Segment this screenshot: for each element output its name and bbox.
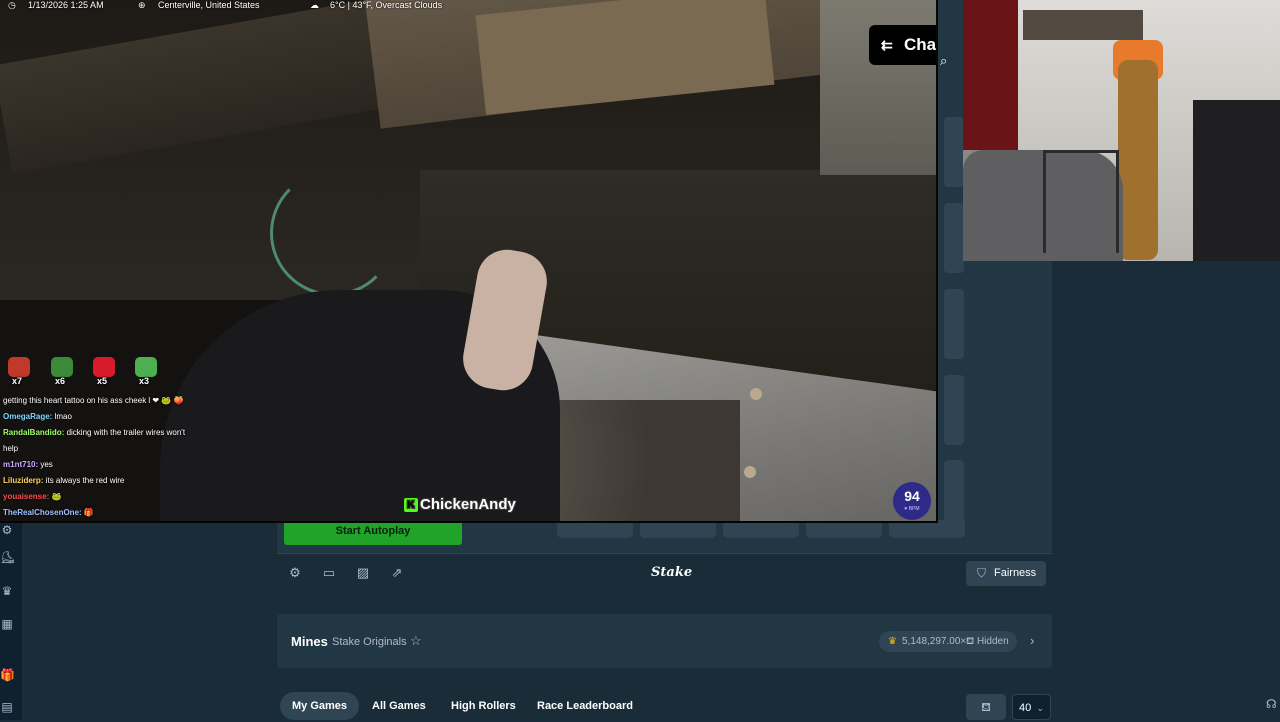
kick-logo-icon: K (404, 498, 418, 512)
streamer-watermark: K ChickenAndy (404, 496, 516, 513)
chat-message: TheRealChosenOne: 🎁 (3, 505, 94, 521)
hidden-user-label: ⛾ Hidden (966, 636, 1009, 647)
chat-username: OmegaRage: (3, 412, 53, 421)
stream-datetime: 1/13/2026 1:25 AM (28, 0, 104, 10)
tab-high-rollers[interactable]: High Rollers (439, 692, 528, 720)
emote-count: x5 (97, 376, 108, 386)
autoplay-label: Start Autoplay (335, 525, 411, 537)
chat-text: getting this heart tattoo on his ass che… (3, 396, 184, 405)
sidebar-grid-icon[interactable]: ▦ (0, 617, 14, 631)
search-icon[interactable]: ⌕ (940, 53, 947, 69)
game-title[interactable]: Mines (291, 634, 328, 649)
mines-tile[interactable] (944, 117, 964, 187)
stake-logo: Stake (651, 565, 693, 580)
chat-message: help (3, 441, 18, 457)
chat-message: m1nt710: yes (3, 457, 53, 473)
chat-message: OmegaRage: lmao (3, 409, 72, 425)
chat-message: youaisense: 🐸 (3, 489, 61, 505)
chat-text: help (3, 444, 19, 453)
chat-text: lmao (54, 412, 72, 421)
fairness-button[interactable]: ⛉ Fairness (966, 561, 1046, 586)
hidden-label: Hidden (976, 636, 1009, 647)
chat-text: 🐸 (51, 492, 62, 501)
max-multiplier-value: 5,148,297.00× (902, 636, 967, 647)
game-provider[interactable]: Stake Originals (332, 636, 407, 648)
stream-video: ◷ 1/13/2026 1:25 AM ⊕ Centerville, Unite… (0, 0, 938, 523)
rows-count-value: 40 (1019, 702, 1032, 714)
emote-icon (51, 357, 73, 377)
favorite-star-icon[interactable]: ☆ (410, 633, 422, 649)
chat-text: yes (40, 460, 53, 469)
max-multiplier-pill[interactable]: ♛ 5,148,297.00× ⛾ Hidden (879, 631, 1017, 652)
sidebar-docs-icon[interactable]: ▤ (0, 700, 14, 714)
webcam-feed (963, 0, 1280, 261)
heart-rate-badge: 94 ♥ BPM (893, 482, 931, 520)
chat-username: Liluziderp: (3, 476, 44, 485)
location-icon: ⊕ (138, 0, 146, 10)
settings-icon[interactable]: ⚙ (288, 566, 302, 580)
emote-count: x3 (139, 376, 150, 386)
tab-my-games[interactable]: My Games (280, 692, 360, 720)
sidebar-gift-icon[interactable]: 🎁 (0, 668, 15, 682)
weather-icon: ☁ (310, 0, 319, 10)
theatre-mode-icon[interactable]: ▭ (322, 566, 336, 580)
stream-location: Centerville, United States (158, 0, 260, 10)
sidebar-casino-icon[interactable]: ⚙ (0, 523, 14, 537)
trophy-icon: ♛ (888, 636, 897, 647)
chat-username: youaisense: (3, 492, 50, 501)
chat-username: m1nt710: (3, 460, 39, 469)
chat-username: RandalBandido: (3, 428, 65, 437)
chat-username: TheRealChosenOne: (3, 508, 82, 517)
incognito-toggle-button[interactable]: ⛾ (966, 694, 1006, 720)
shield-icon: ⛉ (977, 566, 987, 580)
emote-icon (93, 357, 115, 377)
chat-toggle-label: Chat (904, 35, 936, 54)
fairness-label: Fairness (994, 567, 1037, 579)
emote-icon (135, 357, 157, 377)
mines-tile[interactable] (944, 203, 964, 273)
watermark-text: ChickenAndy (420, 496, 516, 513)
chat-text: its always the red wire (45, 476, 125, 485)
sidebar-trophy-icon[interactable]: ♛ (0, 584, 14, 598)
stream-info-overlay: ◷ 1/13/2026 1:25 AM ⊕ Centerville, Unite… (0, 0, 480, 12)
mines-tile-column (940, 60, 964, 530)
collapse-arrow-icon: ⇇ (881, 37, 893, 53)
chat-message: Liluziderp: its always the red wire (3, 473, 124, 489)
bpm-unit: ♥ BPM (904, 506, 920, 512)
emote-icon (8, 357, 30, 377)
bpm-value: 94 (904, 488, 920, 504)
chevron-right-icon[interactable]: › (1030, 633, 1034, 648)
chat-message: getting this heart tattoo on his ass che… (3, 393, 184, 409)
mines-tile[interactable] (944, 375, 964, 445)
chat-text: dicking with the trailer wires won't (66, 428, 186, 437)
sidebar-sports-icon[interactable]: ⛸ (0, 550, 15, 564)
emote-count: x6 (55, 376, 66, 386)
tab-all-games[interactable]: All Games (360, 692, 438, 720)
rows-count-select[interactable]: 40 ⌄ (1012, 694, 1051, 720)
mines-tile[interactable] (944, 289, 964, 359)
chat-message: RandalBandido: dicking with the trailer … (3, 425, 185, 441)
tab-race-leaderboard[interactable]: Race Leaderboard (525, 692, 645, 720)
chat-text: 🎁 (83, 508, 94, 517)
stream-weather: 6°C | 43°F, Overcast Clouds (330, 0, 443, 10)
clock-icon: ◷ (8, 0, 16, 10)
chat-toggle-button[interactable]: ⇇ Chat (869, 25, 936, 65)
chevron-down-icon: ⌄ (1036, 703, 1044, 713)
left-sidebar: ⚙ ⛸ ♛ ▦ 🎁 ▤ (0, 520, 22, 720)
headset-icon[interactable]: ☊ (1266, 697, 1277, 711)
emote-count: x7 (12, 376, 23, 386)
stats-icon[interactable]: ▨ (356, 566, 370, 580)
popout-icon[interactable]: ⇗ (390, 566, 404, 580)
